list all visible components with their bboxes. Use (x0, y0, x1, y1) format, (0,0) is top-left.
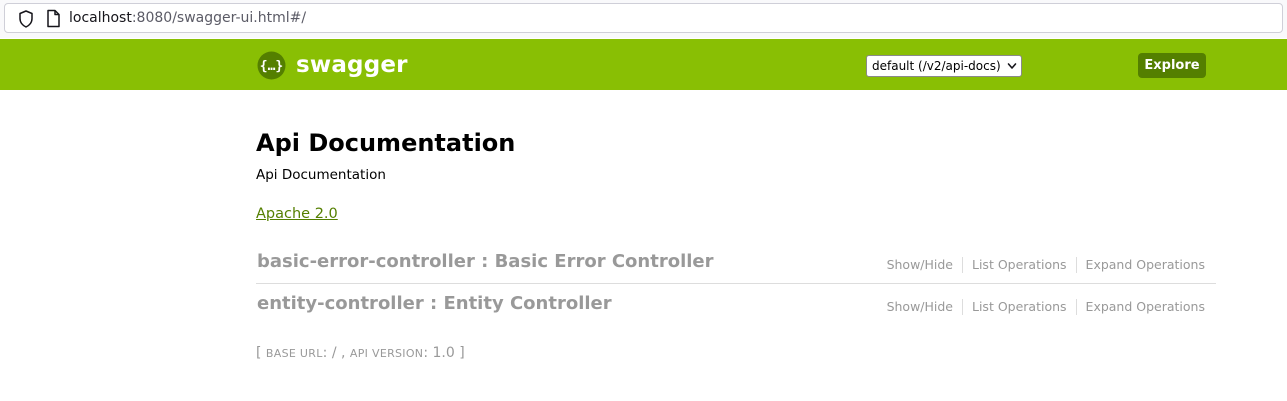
list-operations-link[interactable]: List Operations (962, 257, 1076, 273)
explore-button[interactable]: Explore (1138, 53, 1206, 78)
page-icon[interactable] (45, 9, 61, 28)
resource-basic-error-controller: basic-error-controller : Basic Error Con… (256, 244, 1216, 284)
url-host: localhost (69, 10, 132, 26)
api-title: Api Documentation (256, 129, 516, 157)
api-footer-info: [ BASE URL: / , API VERSION: 1.0 ] (256, 343, 465, 364)
swagger-logo-icon: {…} (257, 51, 286, 80)
address-bar[interactable]: localhost:8080/swagger-ui.html#/ (4, 3, 1283, 33)
url-text[interactable]: localhost:8080/swagger-ui.html#/ (69, 9, 306, 27)
swagger-brand[interactable]: swagger (296, 50, 408, 80)
resource-operations: Show/Hide List Operations Expand Operati… (878, 257, 1205, 273)
resource-entity-controller: entity-controller : Entity Controller Sh… (256, 286, 1216, 326)
show-hide-link[interactable]: Show/Hide (878, 257, 962, 273)
shield-icon[interactable] (18, 10, 34, 28)
svg-text:{…}: {…} (260, 59, 283, 74)
list-operations-link[interactable]: List Operations (962, 299, 1076, 315)
license-link[interactable]: Apache 2.0 (256, 204, 338, 224)
resource-operations: Show/Hide List Operations Expand Operati… (878, 299, 1205, 315)
base-url-label: BASE URL (265, 347, 323, 360)
browser-toolbar: localhost:8080/swagger-ui.html#/ (0, 0, 1287, 38)
api-description: Api Documentation (256, 167, 386, 183)
api-spec-select[interactable]: default (/v2/api-docs) (866, 55, 1022, 77)
show-hide-link[interactable]: Show/Hide (878, 299, 962, 315)
footer-open-bracket: [ (256, 345, 266, 361)
api-version-value: : 1.0 ] (423, 345, 465, 361)
resource-name[interactable]: basic-error-controller : Basic Error Con… (257, 250, 714, 274)
api-spec-select-value: default (/v2/api-docs) (872, 59, 1001, 73)
chevron-down-icon (1007, 63, 1017, 69)
resource-name[interactable]: entity-controller : Entity Controller (257, 292, 612, 316)
expand-operations-link[interactable]: Expand Operations (1075, 257, 1205, 273)
url-path: :8080/swagger-ui.html#/ (131, 10, 307, 26)
swagger-header: {…} swagger default (/v2/api-docs) Explo… (0, 39, 1287, 90)
expand-operations-link[interactable]: Expand Operations (1075, 299, 1205, 315)
api-version-label: API VERSION (349, 347, 424, 360)
base-url-value: : / , (322, 345, 350, 361)
